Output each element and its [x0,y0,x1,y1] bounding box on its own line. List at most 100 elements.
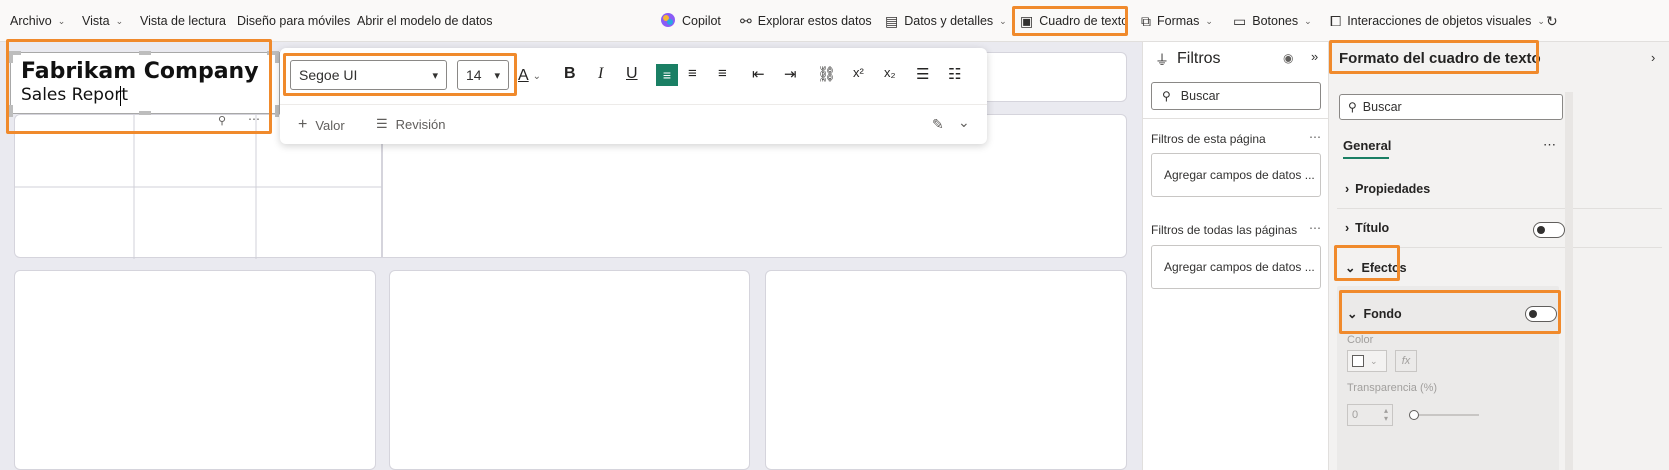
archivo-label: Archivo [10,14,52,28]
abrir-modelo-button[interactable]: Abrir el modelo de datos [357,0,493,42]
archivo-menu[interactable]: Archivo ⌄ [10,0,65,42]
chevron-down-icon: ⌄ [115,15,124,26]
chevron-right-icon: › [1345,182,1350,196]
chevron-down-icon[interactable]: ⌄ [958,114,970,131]
chevron-down-icon: ⌄ [532,70,542,82]
format-search-placeholder: Buscar [1362,100,1402,114]
chevron-down-icon: ⌄ [1347,307,1358,321]
filters-search-input[interactable]: ⚲ Buscar [1151,82,1321,110]
align-right-button[interactable]: ≡ [718,65,727,82]
superscript-icon[interactable]: x² [853,65,864,80]
decrease-indent-icon[interactable]: ⇤ [752,65,765,83]
cuadro-texto-button[interactable]: ▣ Cuadro de texto [1020,0,1128,42]
resize-handle[interactable] [139,51,151,55]
interactions-icon: ⧠ [1330,12,1342,29]
chevron-down-icon: ⌄ [1304,15,1312,26]
stepper-icon: ▴ ▾ [1383,406,1388,423]
datos-detalles-button[interactable]: ▤ Datos y detalles ⌄ [885,0,1007,42]
tab-general[interactable]: General [1343,138,1391,153]
resize-handle[interactable] [275,51,279,63]
botones-button[interactable]: ▭ Botones ⌄ [1233,0,1312,42]
interacciones-button[interactable]: ⧠ Interacciones de objetos visuales ⌄ [1330,0,1545,42]
bullet-list-icon[interactable]: ☰ [916,65,929,83]
more-options-icon[interactable]: ⋯ [1309,130,1321,144]
review-list-icon: ☰ [376,116,388,131]
visual-placeholder-2[interactable] [389,270,750,470]
copilot-icon [660,12,676,31]
transparencia-slider[interactable] [1409,410,1479,420]
more-options-icon[interactable]: ⋯ [1543,137,1556,153]
more-options-icon[interactable]: ⋯ [1309,221,1321,235]
spellcheck-icon[interactable]: ✎ [932,116,944,133]
vista-lectura-button[interactable]: Vista de lectura [140,0,226,42]
align-left-button[interactable]: ≡ [656,64,678,86]
text-box[interactable]: Fabrikam Company Sales Report [9,51,280,117]
fondo-section[interactable]: ⌄ Fondo [1347,306,1402,322]
format-search-input[interactable]: ⚲ Buscar [1339,94,1563,120]
scrollbar[interactable] [1565,92,1573,470]
data-details-icon: ▤ [885,12,899,29]
vista-menu[interactable]: Vista ⌄ [82,0,123,42]
refresh-icon[interactable]: ↻ [1546,0,1558,42]
titulo-toggle[interactable] [1533,222,1565,238]
text-box-title[interactable]: Fabrikam Company [21,59,259,84]
pin-icon[interactable]: ⚲ [218,114,226,127]
visual-placeholder-3[interactable] [765,270,1127,470]
text-box-subtitle[interactable]: Sales Report [21,85,128,105]
chevron-down-icon: ▾ [432,69,438,82]
bold-button[interactable]: B [564,65,576,83]
titulo-section[interactable]: › Título [1345,221,1389,235]
chevron-down-icon: ▾ [494,69,500,82]
chevron-down-icon: ⌄ [1205,15,1213,26]
all-pages-filters-label: Filtros de todas las páginas [1151,223,1298,237]
font-size-value: 14 [466,67,482,83]
collapse-icon[interactable]: › [1651,50,1655,65]
font-family-select[interactable]: Segoe UI ▾ [290,60,447,90]
efectos-section[interactable]: ⌄ Efectos [1345,260,1407,276]
resize-handle[interactable] [139,111,151,115]
numbered-list-icon[interactable]: ☷ [948,65,961,83]
resize-handle[interactable] [275,105,279,117]
increase-indent-icon[interactable]: ⇥ [784,65,797,83]
format-pane-title: Formato del cuadro de texto [1339,50,1541,67]
chevron-right-icon: › [1345,221,1350,235]
filters-search-placeholder: Buscar [1180,89,1220,103]
divider [1143,118,1329,119]
subscript-icon[interactable]: x₂ [884,65,896,80]
divider [1337,208,1662,209]
slider-thumb[interactable] [1409,410,1419,420]
chevron-down-icon: ⌄ [1370,355,1378,366]
ribbon: Archivo ⌄ Vista ⌄ Vista de lectura Diseño … [0,0,1669,42]
align-center-button[interactable]: ≡ [688,65,697,82]
all-pages-filters-dropzone[interactable]: Agregar campos de datos ... [1151,245,1321,289]
revision-button[interactable]: ☰ Revisión [376,116,446,132]
page-filters-dropzone[interactable]: Agregar campos de datos ... [1151,153,1321,197]
fx-button[interactable]: fx [1395,350,1417,372]
more-options-icon[interactable]: ⋯ [248,112,260,126]
chevron-down-icon: ⌄ [1537,15,1545,26]
eye-icon[interactable]: ◉ [1283,51,1293,65]
font-color-button[interactable]: A ⌄ [518,64,548,88]
revision-label: Revisión [395,116,446,132]
italic-button[interactable]: I [598,65,603,83]
resize-handle[interactable] [9,105,13,117]
propiedades-section[interactable]: › Propiedades [1345,182,1430,196]
font-size-select[interactable]: 14 ▾ [457,60,509,90]
collapse-icon[interactable]: » [1311,49,1318,64]
button-icon: ▭ [1233,12,1247,29]
explorar-button[interactable]: ⚯ Explorar estos datos [740,0,872,42]
page-filters-label: Filtros de esta página [1151,132,1266,146]
color-picker[interactable]: ⌄ [1347,350,1387,372]
underline-button[interactable]: U [626,65,638,83]
transparencia-input[interactable]: 0 ▴ ▾ [1347,404,1393,426]
visual-placeholder-1[interactable] [14,270,376,470]
vista-label: Vista [82,14,110,28]
diseno-moviles-button[interactable]: Diseño para móviles [237,0,350,42]
valor-button[interactable]: + Valor [298,116,345,134]
copilot-button[interactable]: Copilot [660,0,721,42]
link-icon[interactable]: ⛓ [817,65,836,83]
formas-button[interactable]: ⧉ Formas ⌄ [1141,0,1213,42]
fondo-toggle[interactable] [1525,306,1557,322]
resize-handle[interactable] [9,51,21,55]
chevron-down-icon: ⌄ [1345,261,1356,275]
